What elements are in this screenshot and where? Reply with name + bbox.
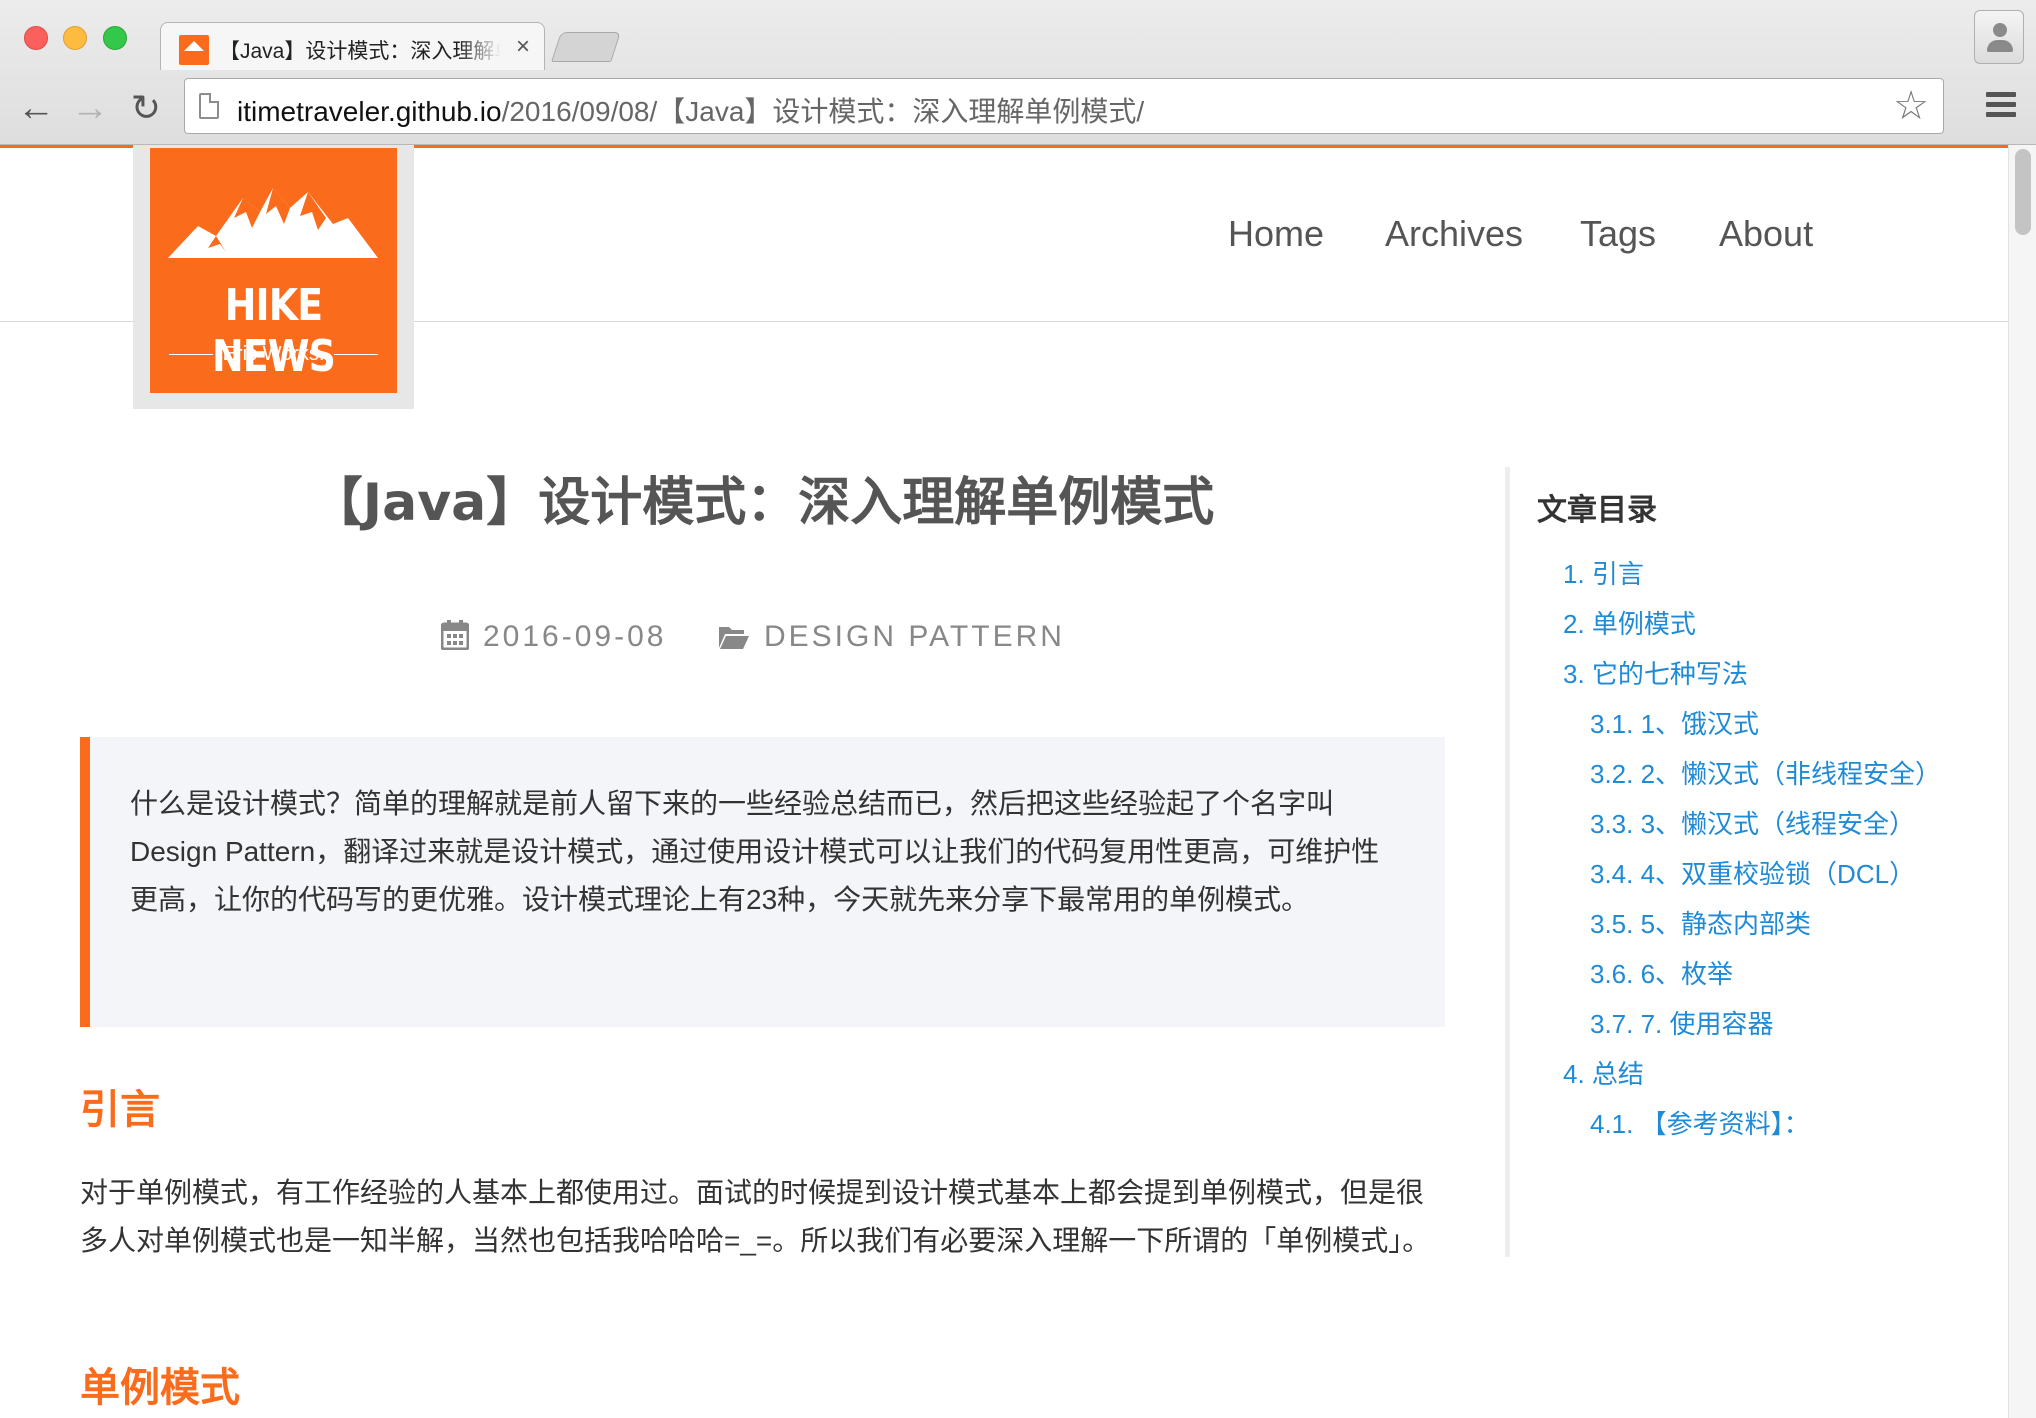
mountain-icon xyxy=(168,188,378,258)
post-title: 【Java】设计模式：深入理解单例模式 xyxy=(310,473,1215,533)
site-favicon-icon xyxy=(179,35,209,65)
section-paragraph: 对于单例模式，有工作经验的人基本上都使用过。面试的时候提到设计模式基本上都会提到… xyxy=(80,1177,1431,1256)
web-page: HIKE NEWS Eric Works. Home Archives Tags… xyxy=(0,145,2008,1418)
profile-button[interactable] xyxy=(1974,10,2024,64)
post-date-text: 2016-09-08 xyxy=(483,620,667,653)
toc-subitem[interactable]: 4.1. 【参考资料】： xyxy=(1563,1099,1943,1149)
toc-item[interactable]: 4. 总结 xyxy=(1563,1049,1943,1099)
nav-archives[interactable]: Archives xyxy=(1385,213,1523,255)
toc-subitem[interactable]: 3.6. 6、枚举 xyxy=(1563,949,1943,999)
calendar-icon xyxy=(440,620,470,658)
post-date: 2016-09-08 xyxy=(440,620,667,660)
browser-chrome: 【Java】设计模式：深入理解单例模式 × ← → ↻ itimetravele… xyxy=(0,0,2036,145)
site-logo[interactable]: HIKE NEWS Eric Works. xyxy=(133,145,414,409)
intro-blockquote: 什么是设计模式？简单的理解就是前人留下来的一些经验总结而已，然后把这些经验起了个… xyxy=(80,737,1445,1027)
post-category-text[interactable]: DESIGN PATTERN xyxy=(764,620,1065,653)
reload-icon[interactable]: ↻ xyxy=(126,88,166,128)
toc-item[interactable]: 3. 它的七种写法 xyxy=(1563,649,1943,699)
toc-subitem[interactable]: 3.3. 3、懒汉式（线程安全） xyxy=(1563,799,1943,849)
folder-open-icon xyxy=(718,624,750,658)
nav-home[interactable]: Home xyxy=(1228,213,1324,255)
logo-subtitle: Eric Works. xyxy=(150,343,397,366)
address-bar[interactable]: itimetraveler.github.io/2016/09/08/【Java… xyxy=(184,78,1944,134)
toc-divider xyxy=(1505,467,1510,1257)
table-of-contents: 1. 引言 2. 单例模式 3. 它的七种写法 3.1. 1、饿汉式 3.2. … xyxy=(1563,549,1943,1149)
toc-item[interactable]: 1. 引言 xyxy=(1563,549,1943,599)
nav-tags[interactable]: Tags xyxy=(1580,213,1656,255)
page-scrollbar[interactable] xyxy=(2008,145,2036,1418)
toc-subitem[interactable]: 3.1. 1、饿汉式 xyxy=(1563,699,1943,749)
url-host: itimetraveler.github.io xyxy=(237,96,502,127)
toc-item[interactable]: 2. 单例模式 xyxy=(1563,599,1943,649)
toc-title: 文章目录 xyxy=(1537,493,1657,528)
tab-title: 【Java】设计模式：深入理解单例模式 xyxy=(219,40,501,63)
url-text[interactable]: itimetraveler.github.io/2016/09/08/【Java… xyxy=(237,90,1144,130)
tab-close-icon[interactable]: × xyxy=(516,33,530,61)
person-icon xyxy=(1993,23,2007,37)
new-tab-button[interactable] xyxy=(551,32,621,62)
toc-subitem[interactable]: 3.5. 5、静态内部类 xyxy=(1563,899,1943,949)
back-arrow-icon[interactable]: ← xyxy=(16,88,56,128)
close-window-button[interactable] xyxy=(24,26,48,50)
browser-menu-icon[interactable] xyxy=(1986,92,2016,122)
bookmark-star-icon[interactable]: ☆ xyxy=(1893,85,1929,127)
page-icon xyxy=(199,93,219,119)
post-category[interactable]: DESIGN PATTERN xyxy=(718,620,1065,660)
url-path: /2016/09/08/【Java】设计模式：深入理解单例模式/ xyxy=(501,96,1145,127)
nav-about[interactable]: About xyxy=(1719,213,1813,255)
toc-subitem[interactable]: 3.2. 2、懒汉式（非线程安全） xyxy=(1563,749,1943,799)
forward-arrow-icon[interactable]: → xyxy=(70,88,110,128)
zoom-window-button[interactable] xyxy=(103,26,127,50)
section-heading-singleton: 单例模式 xyxy=(80,1365,240,1411)
toc-subitem[interactable]: 3.4. 4、双重校验锁（DCL） xyxy=(1563,849,1943,899)
section-heading-intro: 引言 xyxy=(80,1087,160,1133)
logo-title: HIKE NEWS xyxy=(211,280,336,382)
toc-subitem[interactable]: 3.7. 7. 使用容器 xyxy=(1563,999,1943,1049)
minimize-window-button[interactable] xyxy=(63,26,87,50)
scrollbar-thumb[interactable] xyxy=(2015,149,2031,235)
browser-tab-active[interactable]: 【Java】设计模式：深入理解单例模式 × xyxy=(160,22,545,70)
